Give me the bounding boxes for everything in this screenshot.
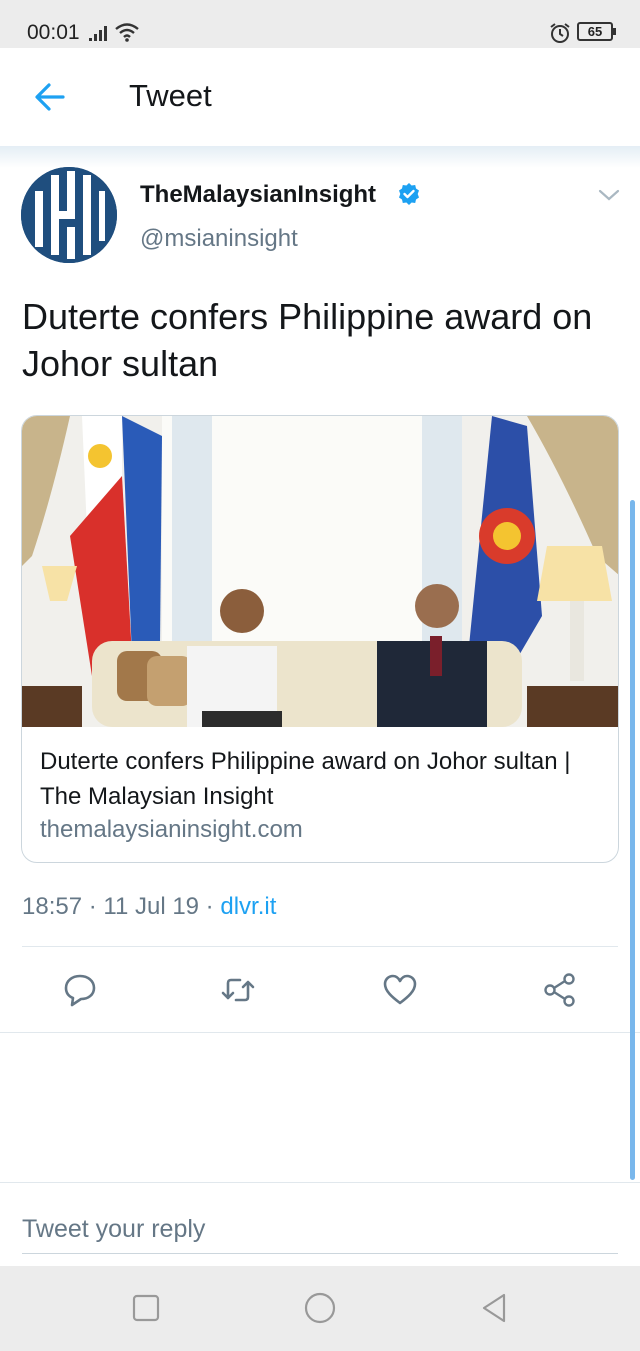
- verified-badge-icon: [399, 183, 419, 205]
- link-card[interactable]: Duterte confers Philippine award on Joho…: [21, 415, 619, 863]
- publisher-logo-icon: [21, 167, 117, 263]
- page-title: Tweet: [129, 78, 212, 113]
- tweet-date: 11 Jul 19: [103, 893, 200, 920]
- home-icon[interactable]: [302, 1290, 338, 1326]
- status-bar: 00:01 65: [0, 0, 640, 48]
- scrollbar[interactable]: [630, 500, 635, 1180]
- reply-icon: [64, 974, 96, 1007]
- battery-indicator: 65: [577, 22, 616, 41]
- share-icon: [544, 973, 575, 1007]
- retweet-icon: [221, 978, 255, 1002]
- header-divider: [0, 146, 640, 168]
- tweet-time: 18:57: [22, 893, 83, 920]
- reply-input[interactable]: [22, 1206, 618, 1254]
- meta-separator: ·: [199, 893, 221, 920]
- card-title: Duterte confers Philippine award on Joho…: [40, 748, 571, 810]
- meta-separator: ·: [82, 893, 104, 920]
- back-arrow-icon[interactable]: [33, 80, 67, 114]
- chevron-down-icon[interactable]: [597, 185, 621, 205]
- divider: [0, 1032, 640, 1033]
- signal-icon: [89, 26, 107, 41]
- card-image: [22, 416, 618, 727]
- tweet-source-link[interactable]: dlvr.it: [220, 893, 276, 920]
- retweet-button[interactable]: [220, 972, 256, 1008]
- tweet-meta: 18:57 · 11 Jul 19 · dlvr.it: [22, 893, 276, 921]
- divider: [0, 1182, 640, 1183]
- user-handle[interactable]: @msianinsight: [140, 225, 298, 253]
- alarm-icon: [550, 23, 570, 43]
- recent-apps-icon[interactable]: [128, 1290, 164, 1326]
- app-header: [0, 48, 640, 148]
- heart-icon: [383, 974, 417, 1005]
- display-name[interactable]: TheMalaysianInsight: [140, 181, 376, 209]
- wifi-icon: [115, 23, 139, 42]
- like-button[interactable]: [382, 972, 418, 1008]
- share-button[interactable]: [542, 972, 578, 1008]
- status-time: 00:01: [27, 21, 80, 44]
- back-nav-icon[interactable]: [476, 1290, 512, 1326]
- card-domain: themalaysianinsight.com: [40, 816, 303, 843]
- avatar[interactable]: [21, 167, 117, 263]
- tweet-text: Duterte confers Philippine award on Joho…: [22, 296, 593, 384]
- reply-button[interactable]: [62, 972, 98, 1008]
- divider: [22, 946, 618, 947]
